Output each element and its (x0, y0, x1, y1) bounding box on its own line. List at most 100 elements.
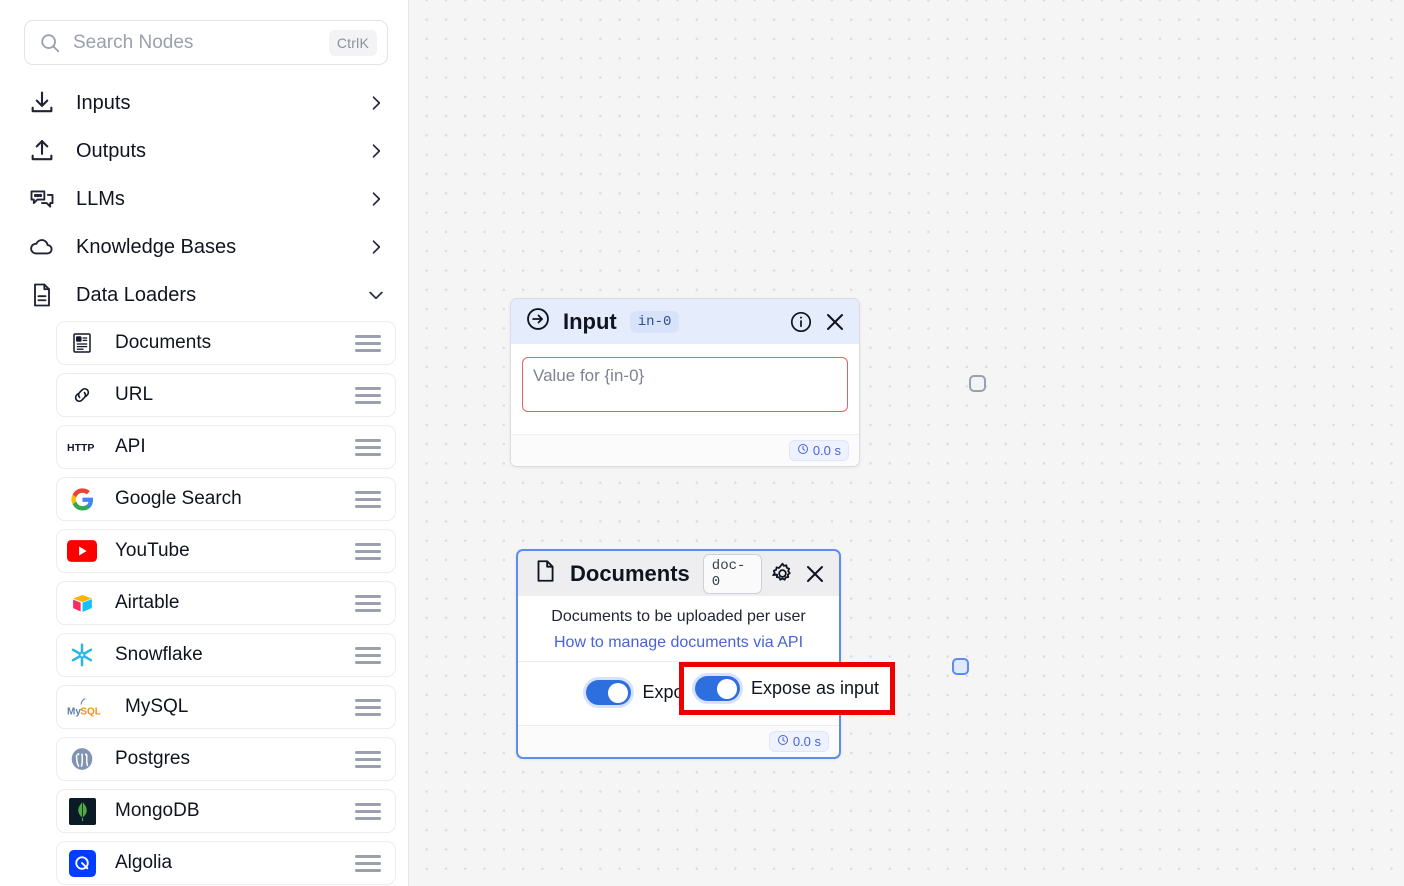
flow-canvas[interactable]: Input in-0 Value for {in-0} 0.0 s Docume… (409, 0, 1404, 886)
node-item-mongodb[interactable]: MongoDB (56, 789, 396, 833)
node-item-api[interactable]: HTTP API (56, 425, 396, 469)
node-item-mysql[interactable]: My SQL MySQL (56, 685, 396, 729)
node-item-label: Airtable (115, 592, 180, 613)
documents-icon (67, 328, 97, 358)
node-item-label: Postgres (115, 748, 190, 769)
node-item-google-search[interactable]: Google Search (56, 477, 396, 521)
node-item-postgres[interactable]: Postgres (56, 737, 396, 781)
drag-handle-icon[interactable] (355, 491, 381, 508)
close-icon[interactable] (822, 309, 848, 335)
node-item-documents[interactable]: Documents (56, 321, 396, 365)
http-icon: HTTP (67, 432, 97, 462)
node-item-label: Snowflake (115, 644, 203, 665)
search-icon (39, 32, 61, 54)
sidebar-category-label: Data Loaders (76, 283, 197, 306)
sidebar-category-inputs[interactable]: Inputs (0, 79, 408, 127)
drag-handle-icon[interactable] (355, 751, 381, 768)
drag-handle-icon[interactable] (355, 595, 381, 612)
sidebar-category-label: LLMs (76, 187, 125, 210)
node-item-airtable[interactable]: Airtable (56, 581, 396, 625)
data-loader-node-list: Documents URL HTTP API Google Search You… (0, 321, 408, 885)
search-shortcut-badge: CtrlK (328, 29, 377, 56)
document-icon (28, 281, 56, 309)
sidebar-category-label: Inputs (76, 91, 131, 114)
upload-icon (28, 137, 56, 165)
expose-as-input-toggle[interactable] (586, 680, 632, 705)
node-item-youtube[interactable]: YouTube (56, 529, 396, 573)
chevron-down-icon[interactable] (366, 285, 386, 305)
documents-node-badge: doc-0 (702, 553, 762, 594)
input-node-badge: in-0 (629, 310, 680, 333)
close-icon[interactable] (803, 561, 828, 587)
node-item-label: YouTube (115, 540, 190, 561)
node-item-algolia[interactable]: Algolia (56, 841, 396, 885)
algolia-icon (67, 848, 97, 878)
expose-as-input-highlight: Expose as input (679, 662, 895, 715)
input-node-header[interactable]: Input in-0 (511, 299, 859, 344)
sidebar-category-data-loaders[interactable]: Data Loaders (0, 271, 408, 319)
drag-handle-icon[interactable] (355, 543, 381, 560)
clock-icon (777, 734, 789, 749)
documents-node-output-handle[interactable] (952, 658, 969, 675)
sidebar-category-label: Knowledge Bases (76, 235, 237, 258)
sidebar-category-outputs[interactable]: Outputs (0, 127, 408, 175)
documents-runtime-text: 0.0 s (792, 734, 821, 749)
airtable-icon (67, 588, 97, 618)
documents-node-title: Documents (570, 560, 690, 586)
svg-text:My: My (67, 707, 81, 718)
input-node-body (511, 344, 859, 434)
node-item-url[interactable]: URL (56, 373, 396, 417)
documents-node-header[interactable]: Documents doc-0 (518, 551, 839, 596)
node-item-label: Algolia (115, 852, 173, 873)
info-icon[interactable] (788, 309, 814, 335)
download-icon (28, 89, 56, 117)
node-item-snowflake[interactable]: Snowflake (56, 633, 396, 677)
chevron-right-icon[interactable] (366, 237, 386, 257)
drag-handle-icon[interactable] (355, 855, 381, 872)
cloud-icon (28, 233, 56, 261)
drag-handle-icon[interactable] (355, 647, 381, 664)
chat-bubbles-icon (28, 185, 56, 213)
sidebar-category-label: Outputs (76, 139, 147, 162)
gear-icon[interactable] (770, 561, 795, 587)
documents-runtime-badge: 0.0 s (768, 731, 829, 752)
page-icon (532, 558, 558, 589)
link-icon (67, 380, 97, 410)
chevron-right-icon[interactable] (366, 141, 386, 161)
search-input[interactable] (73, 31, 329, 54)
drag-handle-icon[interactable] (355, 439, 381, 456)
app-root: CtrlK Inputs (0, 0, 1404, 886)
node-item-label: Documents (115, 332, 212, 353)
search-nodes-box[interactable]: CtrlK (24, 20, 388, 65)
manage-documents-api-link[interactable]: How to manage documents via API (554, 634, 803, 661)
chevron-right-icon[interactable] (366, 189, 386, 209)
input-node-title: Input (563, 308, 617, 334)
drag-handle-icon[interactable] (355, 387, 381, 404)
input-node[interactable]: Input in-0 Value for {in-0} 0.0 s (510, 298, 986, 467)
input-runtime-badge: 0.0 s (788, 440, 849, 461)
mysql-icon: My SQL (67, 692, 107, 722)
node-item-label: URL (115, 384, 154, 405)
category-list: Inputs Outputs LLMs Knowledge Bases Data… (0, 79, 408, 319)
sidebar-category-llms[interactable]: LLMs (0, 175, 408, 223)
input-node-output-handle[interactable] (969, 375, 986, 392)
documents-node-footer: 0.0 s (518, 725, 839, 757)
input-value-textarea[interactable] (522, 357, 848, 412)
toggle-knob (608, 682, 629, 703)
youtube-icon (67, 536, 97, 566)
drag-handle-icon[interactable] (355, 699, 381, 716)
documents-node[interactable]: Documents doc-0 Documents to be uploaded (516, 549, 969, 759)
sidebar-category-knowledge-bases[interactable]: Knowledge Bases (0, 223, 408, 271)
toggle-knob (716, 678, 737, 699)
snowflake-icon (67, 640, 97, 670)
node-item-label: Google Search (115, 488, 242, 509)
arrow-in-circle-icon (525, 306, 551, 337)
expose-as-input-toggle-highlighted[interactable] (694, 676, 740, 701)
drag-handle-icon[interactable] (355, 803, 381, 820)
drag-handle-icon[interactable] (355, 335, 381, 352)
clock-icon (797, 443, 809, 458)
node-item-label: MongoDB (115, 800, 200, 821)
node-item-label: MySQL (125, 696, 189, 717)
documents-description: Documents to be uploaded per user (551, 608, 806, 625)
chevron-right-icon[interactable] (366, 93, 386, 113)
